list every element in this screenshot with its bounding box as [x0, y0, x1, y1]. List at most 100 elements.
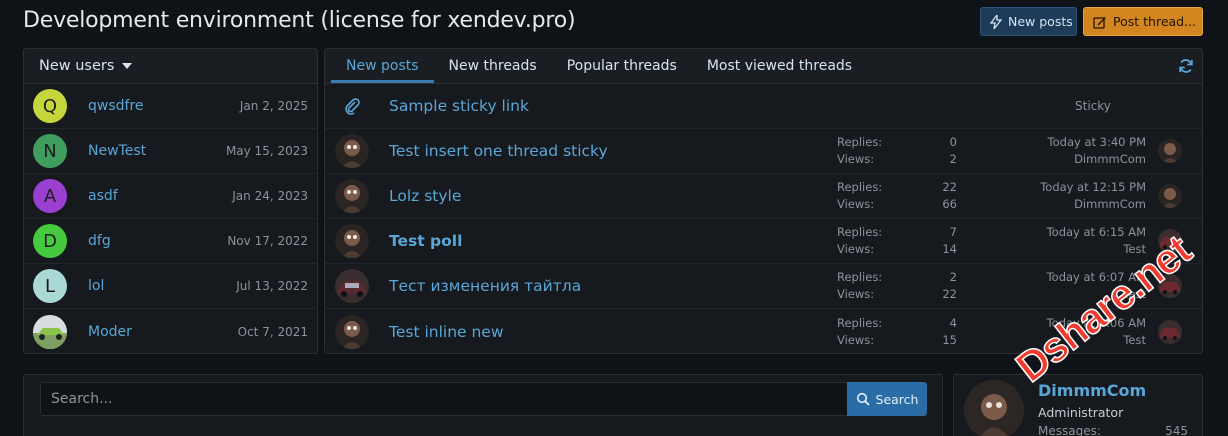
tab-new-threads[interactable]: New threads [434, 49, 552, 83]
last-post-time[interactable]: Today at 6:06 AM [1047, 315, 1146, 332]
table-row[interactable]: Lolz style Replies: 22 Views: 66 Today at 12:… [325, 174, 1202, 219]
list-item: Aasdf Jan 24, 2023 [24, 174, 317, 219]
user-name[interactable]: qwsdfre [88, 98, 144, 114]
thread-list: Test insert one thread sticky Replies: 0 Vi… [325, 129, 1202, 353]
last-post-time[interactable]: Today at 12:15 PM [1040, 179, 1146, 196]
user-name[interactable]: lol [88, 278, 104, 294]
profile-name[interactable]: DimmmCom [1038, 381, 1146, 400]
views-count: 2 [949, 152, 957, 166]
join-date: May 15, 2023 [225, 144, 308, 158]
last-post-info: Today at 12:15 PM DimmmCom [1040, 179, 1146, 213]
new-users-list: Qqwsdfre Jan 2, 2025 N NewTest May 15, 2023 A… [24, 84, 317, 353]
thread-title[interactable]: Test insert one thread sticky [389, 142, 608, 160]
thread-stats: Replies: 4 Views: 15 [837, 315, 957, 349]
views-label: Views: [837, 242, 875, 256]
thread-title[interactable]: Test inline new [389, 323, 504, 341]
avatar[interactable] [1158, 229, 1182, 253]
views-count: 22 [942, 287, 957, 301]
last-post-user[interactable]: DimmmCom [1040, 196, 1146, 213]
last-post-user[interactable]: Test [1047, 332, 1146, 349]
table-row[interactable]: Test poll Replies: 7 Views: 14 Today at 6:15 … [325, 219, 1202, 264]
join-date: Nov 17, 2022 [227, 234, 308, 248]
user-name[interactable]: Moder [88, 324, 132, 340]
profile-role: Administrator [1038, 405, 1124, 420]
user-name[interactable]: asdf [88, 188, 118, 204]
last-post-user[interactable]: DimmmCom [1048, 151, 1146, 168]
search-icon [856, 392, 870, 406]
list-item: Qqwsdfre Jan 2, 2025 [24, 84, 317, 129]
avatar[interactable] [1158, 184, 1182, 208]
thread-stats: Replies: 7 Views: 14 [837, 224, 957, 258]
last-post-time[interactable]: Today at 6:15 AM [1047, 224, 1146, 241]
post-thread-button[interactable]: Post thread... [1083, 7, 1203, 36]
last-post-user[interactable]: Test [1047, 286, 1146, 303]
avatar[interactable]: A [33, 179, 67, 213]
new-users-title: New users [39, 58, 115, 74]
avatar[interactable] [335, 224, 369, 258]
replies-count: 0 [949, 135, 957, 149]
thread-stats: Replies: 0 Views: 2 [837, 134, 957, 168]
sticky-label: Sticky [1075, 99, 1111, 113]
page-title: Development environment (license for xen… [23, 8, 576, 33]
messages-label: Messages: [1038, 424, 1101, 436]
tab-bar: New posts New threads Popular threads Mo… [325, 49, 1202, 84]
views-label: Views: [837, 287, 875, 301]
avatar[interactable]: N [33, 134, 67, 168]
thread-stats: Replies: 2 Views: 22 [837, 269, 957, 303]
join-date: Jan 2, 2025 [239, 99, 308, 113]
paperclip-icon [345, 98, 360, 115]
profile-panel: DimmmCom Administrator Messages: 545 [953, 374, 1203, 436]
avatar[interactable] [335, 179, 369, 213]
search-button[interactable]: Search [847, 382, 927, 416]
replies-count: 7 [949, 225, 957, 239]
avatar[interactable] [33, 314, 67, 349]
avatar[interactable] [964, 380, 1024, 436]
last-post-info: Today at 6:07 AM Test [1047, 269, 1146, 303]
new-posts-button[interactable]: New posts [980, 7, 1077, 36]
replies-count: 22 [942, 180, 957, 194]
new-users-header[interactable]: New users [24, 49, 317, 84]
last-post-info: Today at 6:15 AM Test [1047, 224, 1146, 258]
avatar[interactable] [335, 269, 369, 303]
views-count: 14 [942, 242, 957, 256]
sticky-link-title[interactable]: Sample sticky link [389, 97, 529, 115]
views-label: Views: [837, 332, 875, 347]
caret-down-icon [122, 63, 133, 69]
last-post-time[interactable]: Today at 6:07 AM [1047, 269, 1146, 286]
tab-new-posts[interactable]: New posts [331, 49, 434, 83]
table-row[interactable]: Test insert one thread sticky Replies: 0 Vi… [325, 129, 1202, 174]
avatar[interactable]: D [33, 224, 67, 258]
replies-label: Replies: [837, 135, 883, 149]
views-count: 66 [942, 197, 957, 211]
replies-label: Replies: [837, 270, 883, 284]
avatar[interactable]: L [33, 269, 67, 303]
list-item: Llol Jul 13, 2022 [24, 264, 317, 309]
user-name[interactable]: dfg [88, 233, 111, 249]
replies-label: Replies: [837, 180, 883, 194]
last-post-time[interactable]: Today at 3:40 PM [1048, 134, 1146, 151]
thread-title[interactable]: Test poll [389, 232, 462, 250]
table-row[interactable]: Test inline new Replies: 4 Views: 15 Today at… [325, 309, 1202, 353]
tab-most-viewed-threads[interactable]: Most viewed threads [692, 49, 867, 83]
profile-messages: Messages: 545 [1038, 424, 1188, 436]
avatar[interactable] [1158, 319, 1182, 344]
avatar[interactable] [335, 314, 369, 349]
avatar[interactable] [1158, 274, 1182, 298]
sticky-link-row[interactable]: Sample sticky link Sticky [325, 84, 1202, 129]
replies-label: Replies: [837, 315, 883, 330]
avatar[interactable] [1158, 139, 1182, 163]
avatar[interactable]: Q [33, 89, 67, 123]
views-count: 15 [942, 332, 957, 347]
last-post-user[interactable]: Test [1047, 241, 1146, 258]
tab-popular-threads[interactable]: Popular threads [552, 49, 692, 83]
refresh-icon[interactable] [1178, 58, 1194, 74]
avatar[interactable] [335, 134, 369, 168]
search-input[interactable] [40, 382, 848, 416]
table-row[interactable]: Тест изменения тайтла Replies: 2 Views: 22 To… [325, 264, 1202, 309]
thread-title[interactable]: Тест изменения тайтла [389, 277, 581, 295]
thread-title[interactable]: Lolz style [389, 187, 461, 205]
user-name[interactable]: NewTest [88, 143, 146, 159]
last-post-info: Today at 6:06 AM Test [1047, 315, 1146, 349]
list-item: Moder Oct 7, 2021 [24, 309, 317, 353]
new-posts-label: New posts [1008, 14, 1073, 29]
